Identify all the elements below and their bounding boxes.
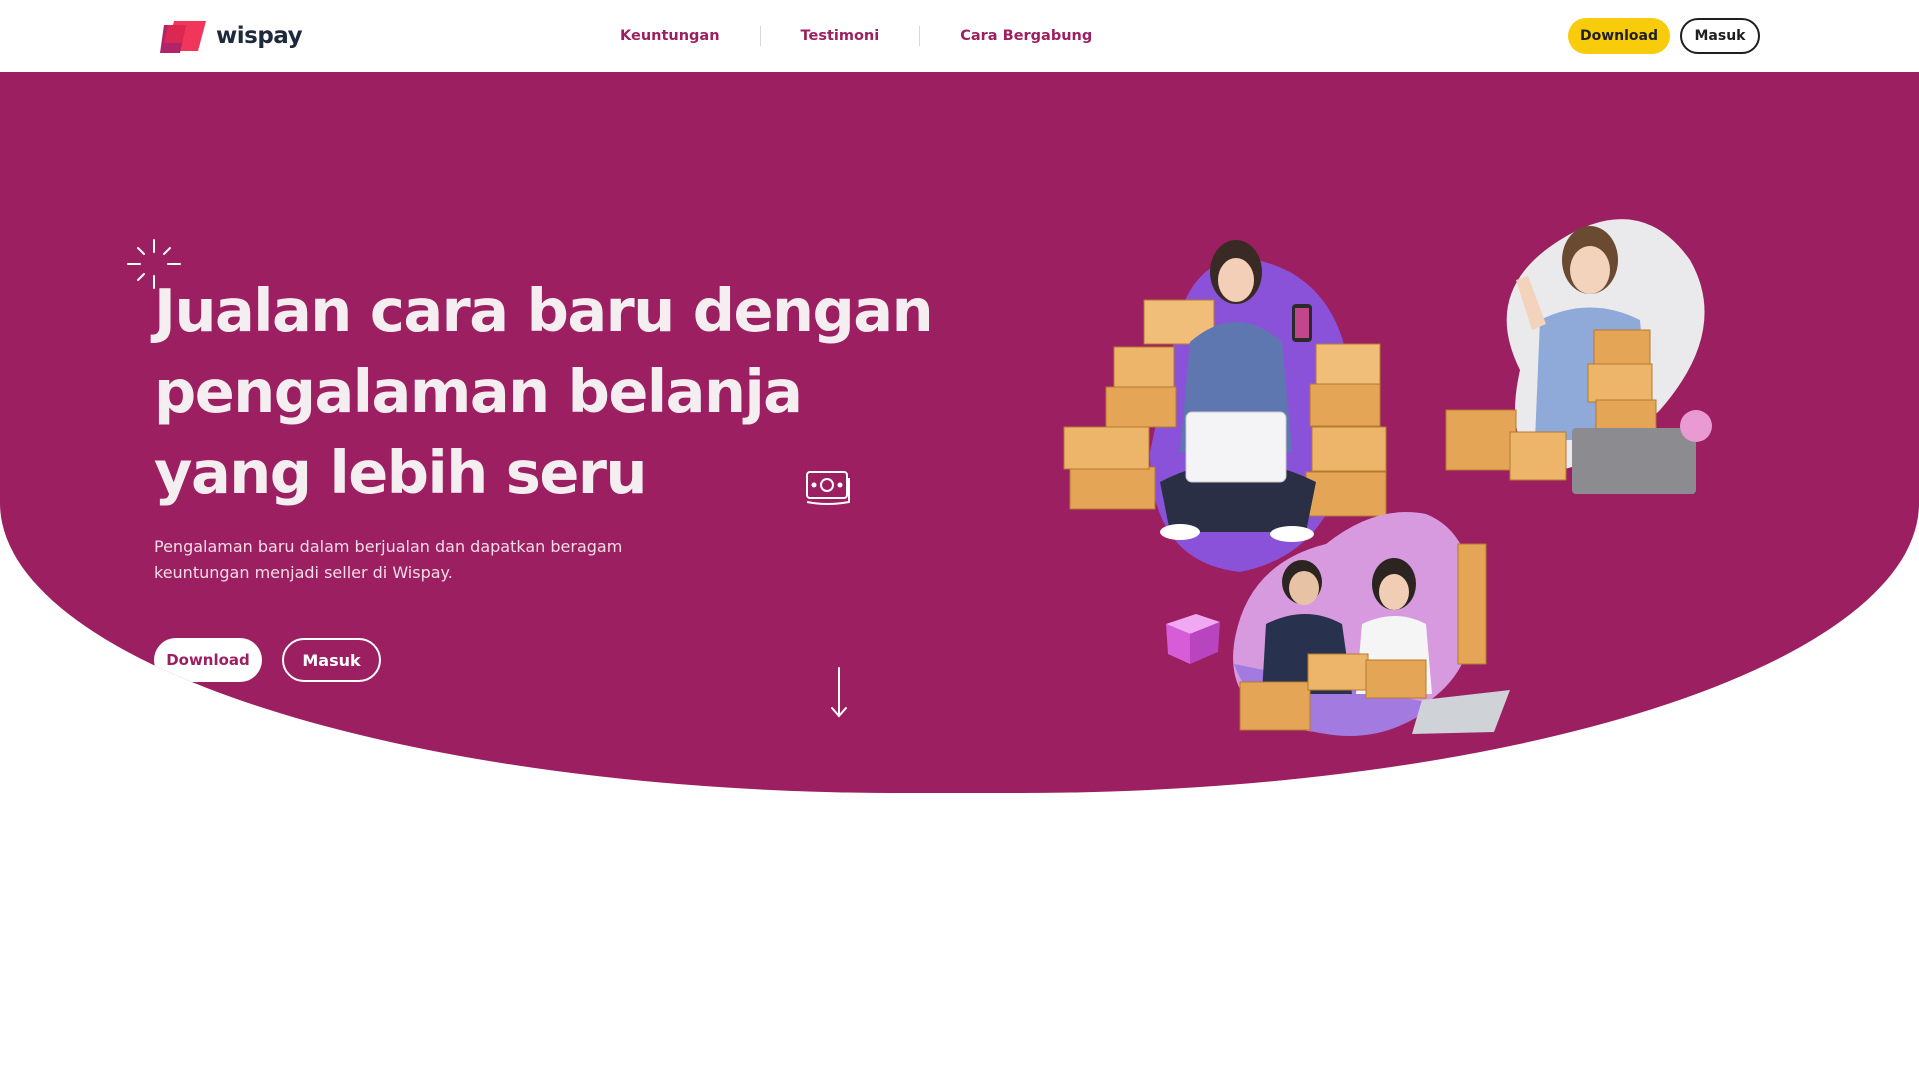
header-login-button[interactable]: Masuk — [1680, 18, 1760, 54]
header-download-button[interactable]: Download — [1568, 18, 1670, 54]
nav-item-keuntungan[interactable]: Keuntungan — [580, 22, 760, 50]
site-header: wispay Keuntungan Testimoni Cara Bergabu… — [0, 0, 1919, 72]
main-nav: Keuntungan Testimoni Cara Bergabung — [580, 22, 1132, 50]
money-icon — [806, 471, 850, 505]
brand-name: wispay — [216, 23, 303, 49]
nav-item-testimoni[interactable]: Testimoni — [761, 22, 920, 50]
package-3d-icon — [1166, 614, 1220, 664]
hero-login-button[interactable]: Masuk — [282, 638, 381, 682]
nav-item-cara-bergabung[interactable]: Cara Bergabung — [920, 22, 1132, 50]
wispay-logo-icon — [160, 21, 206, 53]
brand-logo[interactable]: wispay — [160, 18, 303, 54]
hero-download-button[interactable]: Download — [154, 638, 262, 682]
arrow-down-icon[interactable] — [828, 666, 850, 720]
seller-cheering-boxes-photo — [1445, 219, 1712, 494]
couple-packing-boxes-photo — [1233, 512, 1510, 736]
hero-subtitle: Pengalaman baru dalam berjualan dan dapa… — [154, 537, 623, 582]
hero-section: Jualan cara baru dengan pengalaman belan… — [0, 72, 1919, 793]
